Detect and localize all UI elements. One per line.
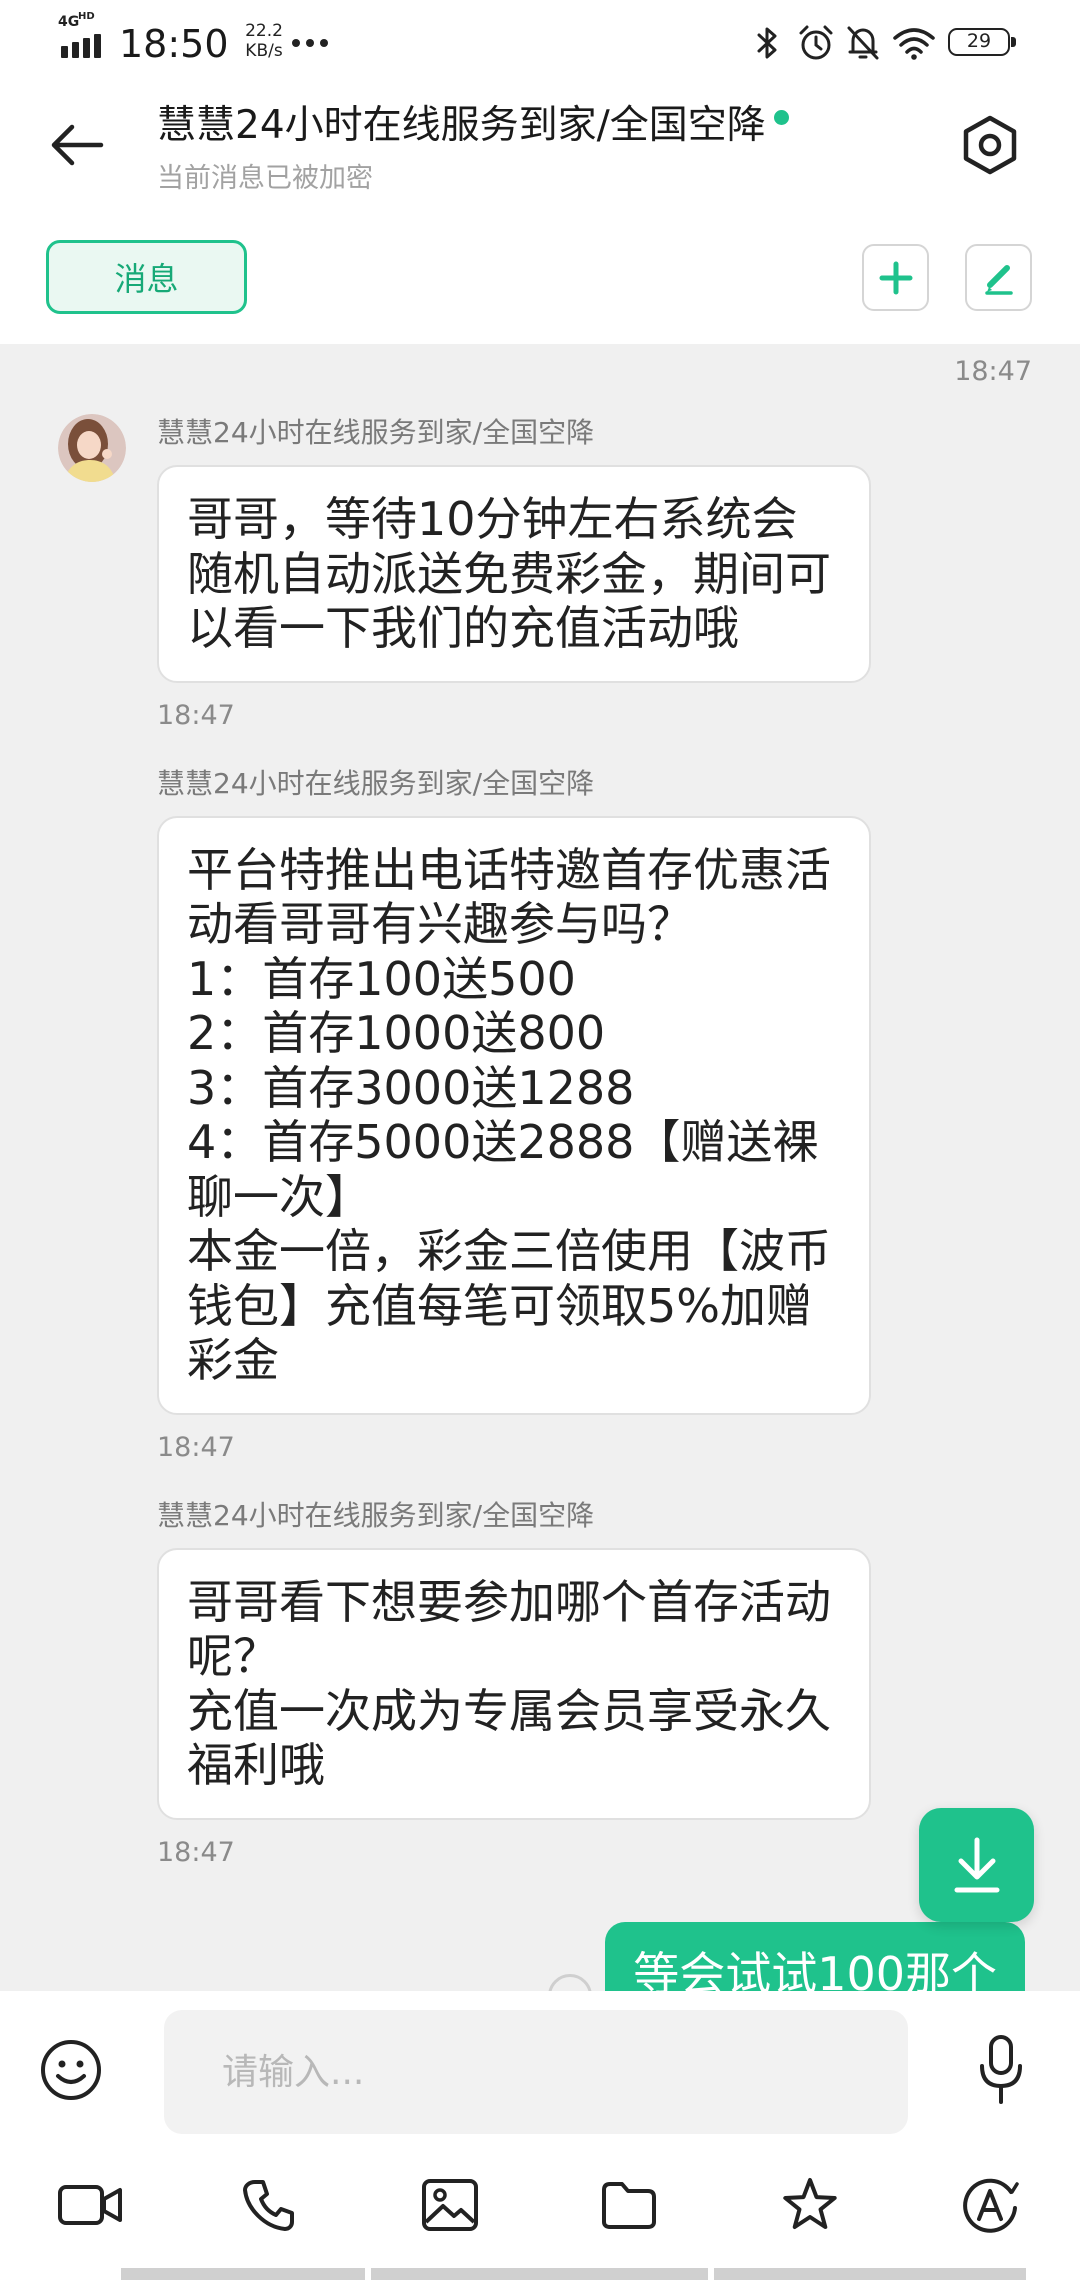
online-status-dot bbox=[773, 110, 789, 125]
network-speed: 22.2 KB/s bbox=[232, 21, 296, 61]
message-sender: 慧慧24小时在线服务到家/全国空降 bbox=[157, 416, 595, 449]
tab-messages-label: 消息 bbox=[114, 260, 179, 298]
network-badge: HD bbox=[78, 11, 95, 22]
message-bubble[interactable]: 哥哥看下想要参加哪个首存活动呢？ 充值一次成为专属会员享受永久福利哦 bbox=[157, 1547, 871, 1820]
scroll-indicator-segment bbox=[121, 2268, 365, 2280]
send-status-icon bbox=[548, 1974, 593, 1991]
chat-message-list[interactable]: 18:47 慧慧24小时在线服务到家/全国空降 哥哥，等待10分钟左右系统会随机… bbox=[0, 344, 1080, 1991]
battery-icon: 29 bbox=[948, 28, 1010, 56]
chat-title[interactable]: 慧慧24小时在线服务到家/全国空降 bbox=[157, 101, 789, 151]
edit-button[interactable] bbox=[965, 244, 1032, 311]
scroll-indicator-segment bbox=[714, 2268, 1026, 2280]
alarm-icon bbox=[797, 24, 835, 62]
chat-timestamp: 18:47 bbox=[954, 356, 1032, 387]
message-incoming: 慧慧24小时在线服务到家/全国空降 平台特推出电话特邀首存优惠活动看哥哥有兴趣参… bbox=[0, 766, 1080, 1466]
translate-button[interactable] bbox=[961, 2176, 1019, 2234]
scroll-indicator-segment bbox=[371, 2268, 708, 2280]
message-outgoing: 等会试试100那个 bbox=[0, 1921, 1080, 1991]
message-incoming: 慧慧24小时在线服务到家/全国空降 哥哥看下想要参加哪个首存活动呢？ 充值一次成… bbox=[0, 1498, 1080, 1871]
microphone-icon bbox=[978, 2034, 1024, 2106]
mute-icon bbox=[845, 24, 881, 62]
voice-call-button[interactable] bbox=[241, 2177, 297, 2233]
back-button[interactable] bbox=[50, 124, 104, 166]
video-call-icon bbox=[57, 2182, 123, 2228]
translate-icon bbox=[961, 2176, 1019, 2234]
scroll-to-latest-button[interactable] bbox=[919, 1808, 1034, 1922]
message-bubble[interactable]: 平台特推出电话特邀首存优惠活动看哥哥有兴趣参与吗？ 1：首存100送500 2：… bbox=[157, 815, 871, 1415]
network-type: 4G bbox=[58, 14, 80, 30]
avatar[interactable] bbox=[58, 414, 126, 482]
folder-icon bbox=[600, 2180, 658, 2230]
image-icon bbox=[421, 2178, 479, 2232]
video-call-button[interactable] bbox=[57, 2182, 123, 2228]
status-time: 18:50 bbox=[119, 22, 229, 66]
network-speed-unit: KB/s bbox=[245, 41, 283, 61]
emoji-icon bbox=[39, 2038, 103, 2102]
favorites-button[interactable] bbox=[781, 2176, 839, 2232]
add-icon bbox=[878, 260, 914, 296]
message-sender: 慧慧24小时在线服务到家/全国空降 bbox=[157, 1498, 595, 1532]
phone-icon bbox=[241, 2177, 297, 2233]
message-sender: 慧慧24小时在线服务到家/全国空降 bbox=[157, 766, 595, 800]
tab-messages[interactable]: 消息 bbox=[46, 240, 247, 314]
settings-button[interactable] bbox=[962, 115, 1018, 175]
message-time: 18:47 bbox=[157, 699, 235, 731]
message-bubble-outgoing[interactable]: 等会试试100那个 bbox=[605, 1921, 1025, 1991]
add-button[interactable] bbox=[862, 244, 929, 311]
bluetooth-icon bbox=[755, 25, 779, 61]
download-icon bbox=[951, 1836, 1003, 1894]
message-bubble[interactable]: 哥哥，等待10分钟左右系统会随机自动派送免费彩金，期间可以看一下我们的充值活动哦 bbox=[157, 465, 871, 683]
network-speed-value: 22.2 bbox=[245, 21, 283, 41]
more-dots-icon bbox=[292, 39, 328, 49]
message-input-container[interactable] bbox=[164, 2010, 908, 2134]
settings-icon bbox=[962, 115, 1018, 175]
message-incoming: 慧慧24小时在线服务到家/全国空降 哥哥，等待10分钟左右系统会随机自动派送免费… bbox=[0, 414, 1080, 734]
battery-nub bbox=[1011, 37, 1016, 47]
signal-icon: 4G HD bbox=[58, 11, 110, 60]
star-icon bbox=[781, 2176, 839, 2232]
send-file-button[interactable] bbox=[600, 2180, 658, 2230]
message-input[interactable] bbox=[164, 2010, 908, 2134]
chat-title-text: 慧慧24小时在线服务到家/全国空降 bbox=[157, 103, 766, 148]
voice-button[interactable] bbox=[978, 2034, 1024, 2106]
edit-icon bbox=[980, 259, 1018, 297]
back-arrow-icon bbox=[50, 124, 104, 166]
send-image-button[interactable] bbox=[421, 2178, 479, 2232]
encryption-notice: 当前消息已被加密 bbox=[157, 163, 373, 194]
message-time: 18:47 bbox=[157, 1431, 235, 1463]
wifi-icon bbox=[892, 26, 936, 60]
emoji-button[interactable] bbox=[39, 2038, 103, 2102]
